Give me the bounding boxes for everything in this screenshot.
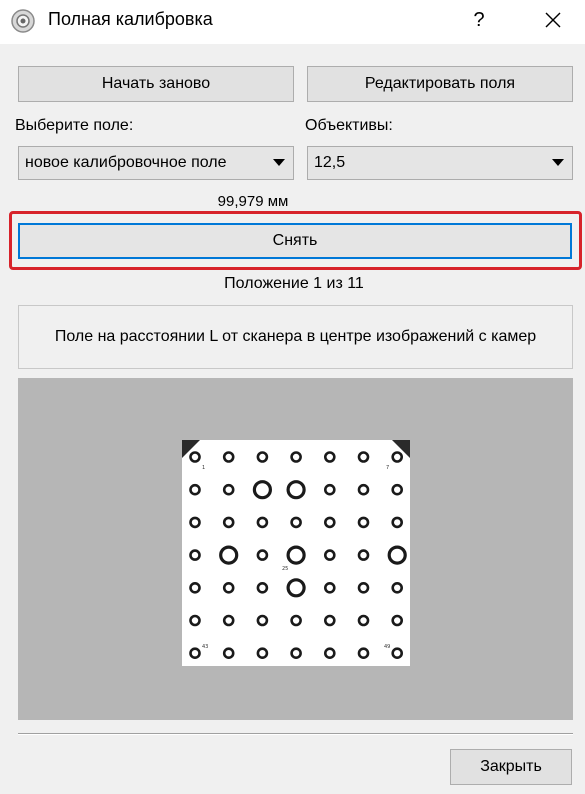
shoot-button[interactable]: Снять	[18, 223, 572, 259]
edit-fields-button[interactable]: Редактировать поля	[307, 66, 573, 102]
help-button[interactable]: ?	[456, 0, 502, 40]
target-marker-label: 1	[202, 465, 205, 471]
lens-select-label: Объективы:	[305, 117, 393, 134]
calibration-target-image: 1 7 25 43 49	[182, 440, 410, 666]
calibration-app-icon	[11, 9, 35, 33]
measurement-value: 99,979 мм	[217, 193, 289, 210]
chevron-down-icon	[273, 159, 285, 166]
field-select-label: Выберите поле:	[15, 117, 134, 134]
close-icon	[545, 12, 561, 28]
target-marker-label: 25	[282, 566, 288, 572]
position-status: Положение 1 из 11	[224, 275, 364, 292]
title-bar: Полная калибровка ?	[0, 0, 585, 44]
lens-select[interactable]: 12,5	[307, 146, 573, 180]
close-window-button[interactable]	[530, 0, 576, 40]
field-select[interactable]: новое калибровочное поле	[18, 146, 294, 180]
close-button[interactable]: Закрыть	[450, 749, 572, 785]
instruction-box: Поле на расстоянии L от сканера в центре…	[18, 305, 573, 369]
chevron-down-icon	[552, 159, 564, 166]
lens-select-value: 12,5	[314, 154, 346, 171]
target-marker-label: 43	[202, 644, 208, 650]
target-marker-label: 49	[384, 644, 390, 650]
window-title: Полная калибровка	[48, 9, 213, 29]
restart-button[interactable]: Начать заново	[18, 66, 294, 102]
field-select-value: новое калибровочное поле	[25, 154, 227, 171]
instruction-text: Поле на расстоянии L от сканера в центре…	[54, 328, 537, 345]
target-marker-label: 7	[386, 465, 389, 471]
